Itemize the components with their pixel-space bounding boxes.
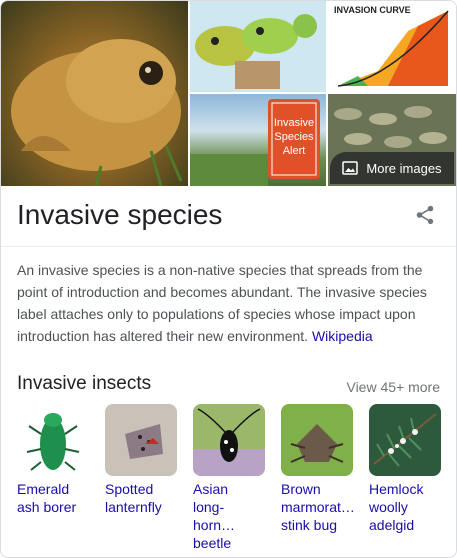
insect-item-asian-long-horned-beetle[interactable]: Asian long-horn… beetle [193, 404, 265, 552]
insect-item-emerald-ash-borer[interactable]: Emerald ash borer [17, 404, 89, 552]
insect-item-brown-marmorated-stink-bug[interactable]: Brown marmorat… stink bug [281, 404, 355, 552]
invasive-alert-sign-image[interactable]: Invasive Species Alert [190, 94, 326, 186]
curve-title: INVASION CURVE [334, 5, 411, 15]
insect-item-spotted-lanternfly[interactable]: Spotted lanternfly [105, 404, 177, 552]
insect-label: Hemlock woolly adelgid [369, 481, 424, 533]
emerald-ash-borer-image[interactable] [17, 404, 89, 476]
view-more-link[interactable]: View 45+ more [346, 379, 440, 395]
image-icon [342, 161, 359, 175]
insect-label: Emerald ash borer [17, 481, 77, 515]
title-row: Invasive species [1, 186, 456, 247]
insect-label: Spotted lanternfly [105, 481, 162, 515]
insect-label: Asian long-horn… beetle [193, 481, 236, 551]
svg-text:Species: Species [274, 131, 314, 143]
spotted-lanternfly-image[interactable] [105, 404, 177, 476]
knowledge-panel: INVASION CURVE Invasive Species Alert Mo… [0, 0, 457, 558]
hemlock-woolly-adelgid-image[interactable] [369, 404, 441, 476]
cane-toad-image[interactable] [1, 1, 188, 186]
carp-swarm-image[interactable]: More images [328, 94, 456, 186]
insect-item-hemlock-woolly-adelgid[interactable]: Hemlock woolly adelgid [369, 404, 441, 552]
insects-carousel: Emerald ash borer Spotted lanternfly Asi… [17, 404, 456, 552]
more-images-label: More images [366, 160, 442, 176]
cartoon-fish-image[interactable] [190, 1, 326, 92]
brown-marmorated-stink-bug-image[interactable] [281, 404, 353, 476]
asian-long-horned-beetle-image[interactable] [193, 404, 265, 476]
more-images-button[interactable]: More images [330, 152, 454, 184]
page-title: Invasive species [17, 199, 223, 230]
wikipedia-link[interactable]: Wikipedia [312, 328, 373, 344]
invasion-curve-image[interactable]: INVASION CURVE [328, 1, 456, 92]
svg-text:Invasive: Invasive [274, 117, 314, 129]
share-icon[interactable] [414, 204, 436, 226]
insects-section-title: Invasive insects [17, 373, 152, 394]
insect-label: Brown marmorat… stink bug [281, 481, 355, 533]
image-gallery: INVASION CURVE Invasive Species Alert Mo… [1, 1, 456, 186]
svg-text:Alert: Alert [283, 145, 306, 157]
description: An invasive species is a non-native spec… [17, 259, 437, 347]
